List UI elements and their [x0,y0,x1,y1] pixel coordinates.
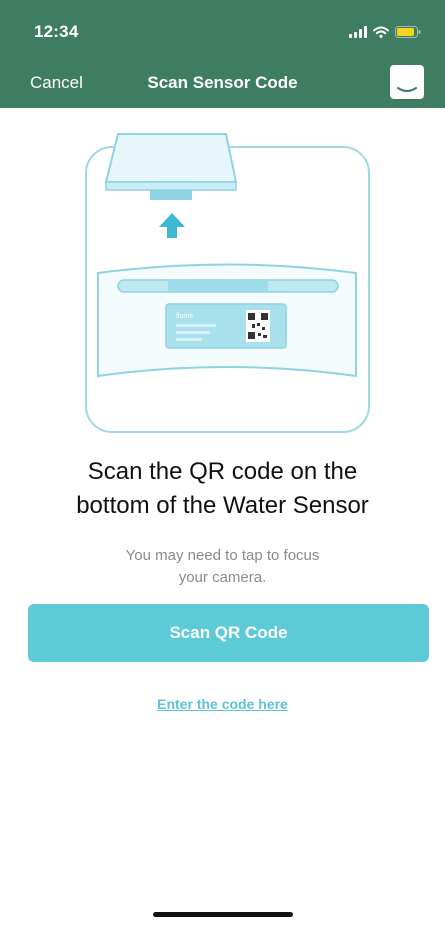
headline-line-2: bottom of the Water Sensor [76,492,369,519]
screen: 12:34 Cancel Scan Sensor Code flume Scan… [0,0,445,947]
status-icons [349,24,421,38]
label-brand-text: flume [176,313,193,320]
battery-icon [395,26,421,38]
instruction-headline: Scan the QR code on the bottom of the Wa… [0,455,445,523]
signal-icon [349,26,367,38]
headline-line-1: Scan the QR code on the [87,458,358,485]
wifi-icon [373,26,389,38]
subtext-line-1: You may need to tap to focus [125,547,320,564]
home-indicator[interactable] [153,912,293,917]
enter-code-link[interactable]: Enter the code here [0,696,445,712]
page-title: Scan Sensor Code [147,73,298,92]
status-time: 12:34 [34,22,79,41]
water-sensor-illustration: flume [78,130,376,440]
instruction-subtext: You may need to tap to focus your camera… [0,545,445,589]
header: 12:34 Cancel Scan Sensor Code [0,0,445,108]
chat-icon[interactable] [389,64,425,100]
scan-qr-code-button[interactable]: Scan QR Code [28,604,429,662]
subtext-line-2: your camera. [178,569,267,586]
